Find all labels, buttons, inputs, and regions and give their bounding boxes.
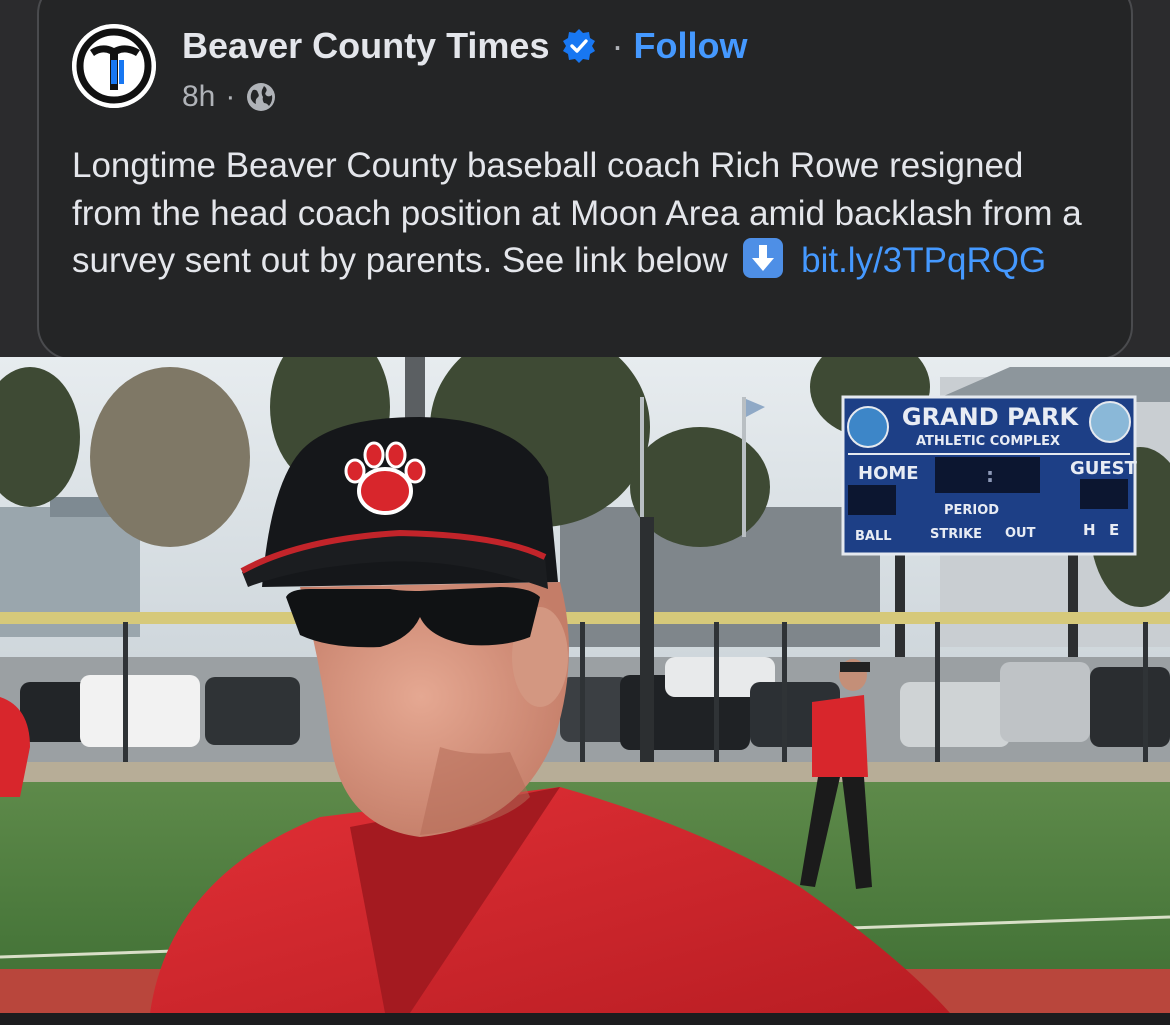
post-meta: 8h ·: [182, 80, 277, 114]
times-logo-icon: [72, 24, 156, 108]
photo-scene: GRAND PARK ATHLETIC COMPLEX HOME GUEST :…: [0, 357, 1170, 1013]
page-avatar[interactable]: [72, 24, 156, 108]
page-name[interactable]: Beaver County Times: [182, 25, 549, 67]
bottom-strip: [0, 1013, 1170, 1025]
name-row: Beaver County Times · Follow: [182, 24, 747, 68]
scoreboard-home: HOME: [858, 463, 919, 484]
scoreboard-strike: STRIKE: [930, 527, 982, 542]
follow-button[interactable]: Follow: [633, 25, 747, 67]
separator-dot: ·: [611, 25, 624, 66]
post-time[interactable]: 8h: [182, 80, 215, 114]
scoreboard-out: OUT: [1005, 526, 1036, 541]
scoreboard-subtitle: ATHLETIC COMPLEX: [916, 434, 1060, 449]
verified-badge-icon: [563, 29, 596, 63]
post-link[interactable]: bit.ly/3TPqRQG: [801, 241, 1046, 280]
scoreboard-h: H: [1083, 521, 1096, 539]
scoreboard-ball: BALL: [855, 529, 892, 544]
post-header: Beaver County Times · Follow 8h ·: [72, 24, 972, 114]
globe-icon: [247, 83, 276, 111]
meta-separator: ·: [225, 80, 236, 113]
post-body: Longtime Beaver County baseball coach Ri…: [72, 142, 1082, 285]
scoreboard-colon: :: [986, 463, 994, 487]
scoreboard-e: E: [1109, 521, 1119, 539]
scoreboard-period: PERIOD: [944, 503, 999, 518]
post-photo[interactable]: GRAND PARK ATHLETIC COMPLEX HOME GUEST :…: [0, 357, 1170, 1013]
down-arrow-emoji-icon: [743, 238, 784, 278]
scoreboard-guest: GUEST: [1070, 458, 1138, 479]
scoreboard-title: GRAND PARK: [902, 403, 1080, 431]
